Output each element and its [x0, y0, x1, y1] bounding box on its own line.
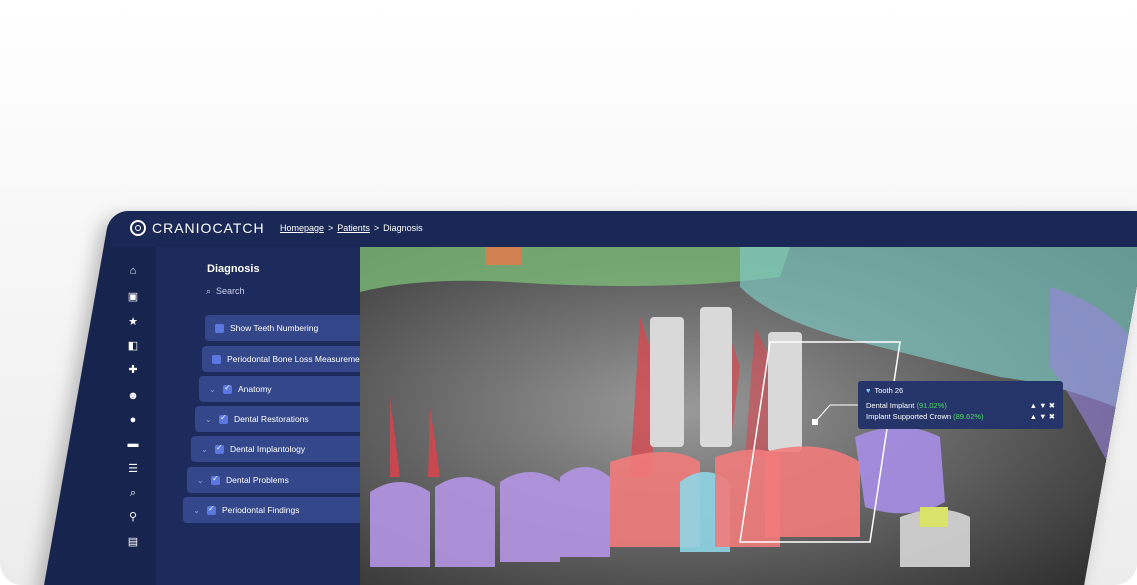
- group-dental-implantology[interactable]: ⌄ Dental Implantology: [191, 436, 371, 462]
- finding-name: Implant Supported Crown: [866, 412, 952, 421]
- logo-icon: [130, 220, 146, 236]
- breadcrumb-sep: >: [328, 223, 334, 233]
- search-placeholder: Search: [216, 286, 245, 296]
- feedback-actions: ▲ ▼ ✖: [1030, 401, 1055, 410]
- group-anatomy[interactable]: ⌄ Anatomy: [199, 376, 379, 402]
- checkbox[interactable]: [223, 384, 232, 394]
- search-input[interactable]: ⌕ Search: [206, 283, 336, 299]
- chevron-down-icon: ⌄: [209, 384, 216, 394]
- top-bar: CRANIOCATCH Homepage > Patients > Diagno…: [110, 211, 1137, 248]
- tooltip-row: Dental Implant (91.02%) ▲ ▼ ✖: [866, 401, 1055, 410]
- group-label: Dental Restorations: [234, 414, 309, 424]
- breadcrumb-patients[interactable]: Patients: [337, 223, 370, 233]
- checkbox[interactable]: [212, 354, 221, 364]
- walk-icon[interactable]: ⚲: [127, 511, 139, 523]
- breadcrumb-current: Diagnosis: [383, 223, 423, 233]
- toggle-show-teeth-numbering[interactable]: Show Teeth Numbering: [205, 315, 385, 341]
- icon-rail: ⌂ ▣ ★ ◧ ✚ ☻ ● ▬ ☰ ⌕ ⚲ ▤: [110, 247, 156, 585]
- app-window: CRANIOCATCH Homepage > Patients > Diagno…: [39, 211, 1137, 585]
- screenshot-frame: CRANIOCATCH Homepage > Patients > Diagno…: [0, 0, 1137, 585]
- patient-card-icon[interactable]: ◧: [127, 340, 139, 352]
- tooth-icon: ♥: [866, 386, 871, 395]
- user-icon[interactable]: ●: [127, 414, 139, 426]
- finding-name: Dental Implant: [866, 401, 915, 410]
- group-periodontal-findings[interactable]: ⌄ Periodontal Findings: [183, 497, 363, 523]
- thumbs-up-icon[interactable]: ▲: [1030, 412, 1037, 421]
- logo-text: CRANIOCATCH: [152, 220, 265, 236]
- group-dental-restorations[interactable]: ⌄ Dental Restorations: [195, 406, 375, 432]
- panel-title: Diagnosis: [207, 263, 260, 275]
- toggle-periodontal-bone-loss[interactable]: Periodontal Bone Loss Measurement: [202, 346, 382, 372]
- breadcrumb-sep: >: [373, 223, 380, 233]
- close-icon[interactable]: ✖: [1049, 401, 1055, 410]
- chevron-down-icon: ⌄: [193, 505, 200, 515]
- tooltip-title: Tooth 26: [874, 386, 904, 395]
- logo[interactable]: CRANIOCATCH: [130, 220, 265, 236]
- checkbox[interactable]: [215, 323, 224, 333]
- group-label: Periodontal Findings: [222, 505, 300, 515]
- users-icon[interactable]: ☻: [127, 390, 139, 402]
- group-label: Anatomy: [238, 384, 272, 394]
- checkbox[interactable]: [211, 475, 220, 485]
- home-icon[interactable]: ⌂: [127, 265, 139, 277]
- search-icon: ⌕: [206, 285, 212, 296]
- tooltip-header: ♥ Tooth 26: [866, 386, 1055, 395]
- list-icon[interactable]: ☰: [127, 463, 139, 475]
- thumbs-down-icon[interactable]: ▼: [1039, 401, 1046, 410]
- zoom-icon[interactable]: ⌕: [127, 487, 139, 499]
- finding-score: (91.02%): [916, 401, 947, 410]
- toggle-label: Periodontal Bone Loss Measurement: [227, 354, 367, 364]
- group-label: Dental Problems: [226, 475, 289, 485]
- clipboard-icon[interactable]: ▤: [127, 536, 139, 548]
- breadcrumb-home[interactable]: Homepage: [280, 223, 324, 233]
- tooltip-row: Implant Supported Crown (89.62%) ▲ ▼ ✖: [866, 412, 1055, 421]
- toggle-label: Show Teeth Numbering: [230, 323, 319, 333]
- checkbox[interactable]: [207, 505, 216, 515]
- thumbs-down-icon[interactable]: ▼: [1039, 412, 1046, 421]
- star-icon[interactable]: ★: [127, 316, 139, 328]
- chevron-down-icon: ⌄: [205, 414, 212, 424]
- group-dental-problems[interactable]: ⌄ Dental Problems: [187, 467, 367, 493]
- finding-score: (89.62%): [953, 412, 984, 421]
- chevron-down-icon: ⌄: [197, 475, 204, 485]
- xray-viewer[interactable]: ♥ Tooth 26 Dental Implant (91.02%) ▲ ▼ ✖…: [360, 247, 1137, 585]
- close-icon[interactable]: ✖: [1049, 412, 1055, 421]
- checkbox[interactable]: [219, 414, 228, 424]
- feedback-actions: ▲ ▼ ✖: [1030, 412, 1055, 421]
- checkbox[interactable]: [215, 444, 224, 454]
- card-icon[interactable]: ▬: [127, 438, 139, 450]
- thumbs-up-icon[interactable]: ▲: [1030, 401, 1037, 410]
- group-label: Dental Implantology: [230, 444, 306, 454]
- tooltip-label: Implant Supported Crown (89.62%): [866, 412, 984, 421]
- tooltip-label: Dental Implant (91.02%): [866, 401, 947, 410]
- tooth-tooltip: ♥ Tooth 26 Dental Implant (91.02%) ▲ ▼ ✖…: [858, 381, 1063, 429]
- breadcrumb: Homepage > Patients > Diagnosis: [280, 223, 423, 233]
- folder-icon[interactable]: ▣: [127, 291, 139, 303]
- add-user-icon[interactable]: ✚: [127, 364, 139, 376]
- chevron-down-icon: ⌄: [201, 444, 208, 454]
